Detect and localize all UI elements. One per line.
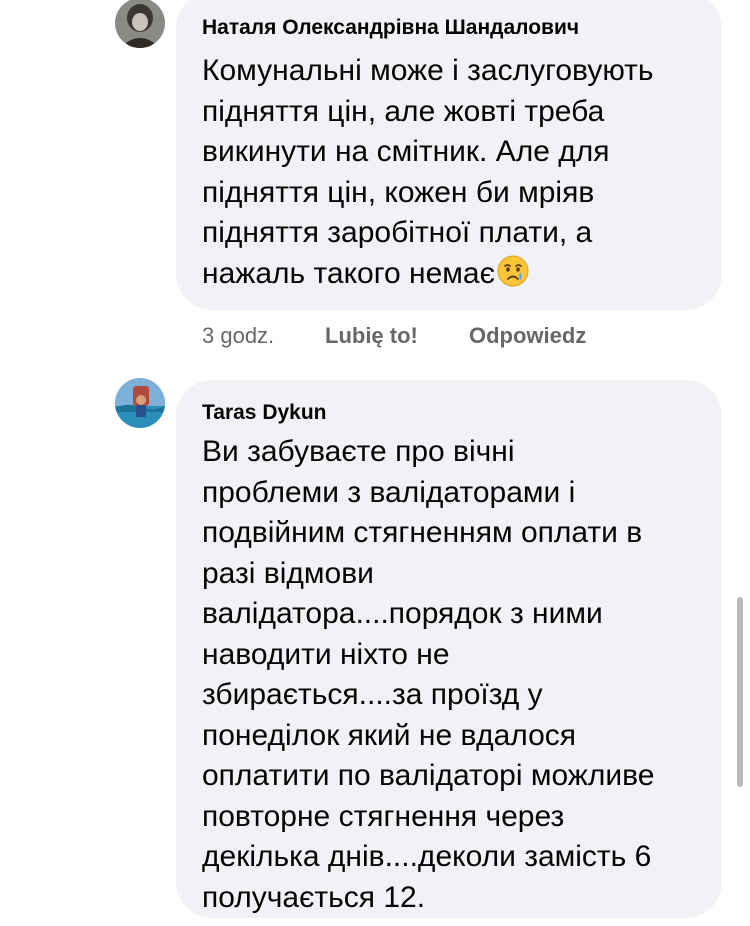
comment-line: понеділок який не вдалося bbox=[202, 718, 577, 752]
avatar-photo-icon bbox=[115, 0, 165, 48]
comment-line: получається 12. bbox=[202, 880, 426, 914]
user-avatar-natalia[interactable] bbox=[115, 0, 165, 48]
comments-page: Наталя Олександрівна Шандалович Комуналь… bbox=[0, 0, 750, 926]
comment-author[interactable]: Наталя Олександрівна Шандалович bbox=[202, 15, 579, 41]
comment-text: Комунальні може і заслуговують підняття … bbox=[202, 51, 654, 294]
comment-line: викинути на смітник. Але для bbox=[202, 135, 610, 168]
comment-author[interactable]: Taras Dykun bbox=[202, 400, 327, 426]
like-button[interactable]: Lubię to! bbox=[325, 322, 418, 350]
user-avatar-taras[interactable] bbox=[115, 378, 165, 428]
comment-line: підняття заробітної плати, а bbox=[202, 216, 593, 249]
comment-line: повторне стягнення через bbox=[202, 799, 565, 833]
avatar-photo-icon bbox=[115, 378, 165, 428]
reply-button[interactable]: Odpowiedz bbox=[469, 322, 586, 350]
comment-last-line: нажаль такого немає bbox=[202, 254, 654, 295]
comment-line: підняття цін, кожен би мріяв bbox=[202, 175, 595, 209]
comment-line: збирається....за проїзд у bbox=[202, 678, 543, 711]
comment-line: разі відмови bbox=[202, 556, 374, 590]
comment-text: Ви забуваєте про вічні проблеми з валіда… bbox=[202, 432, 654, 918]
comment-line: оплатити по валідаторі можливе bbox=[202, 759, 655, 792]
comment-line: нажаль такого немає bbox=[202, 256, 495, 290]
comment-line: декілька днів....деколи замість 6 bbox=[202, 840, 652, 873]
comment-line: наводити ніхто не bbox=[202, 637, 450, 671]
comment-line: Ви забуваєте про вічні bbox=[202, 435, 515, 468]
comment-actions: 3 godz. Lubię to! Odpowiedz bbox=[202, 322, 642, 350]
crying-face-icon bbox=[497, 255, 529, 286]
comment-line: подвійним стягненням оплати в bbox=[202, 516, 643, 549]
comment-line: валідатора....порядок з ними bbox=[202, 597, 603, 630]
comment-line: підняття цін, але жовті треба bbox=[202, 94, 605, 128]
comment-line: Комунальні може і заслуговують bbox=[202, 54, 654, 87]
vertical-scrollbar[interactable] bbox=[737, 597, 743, 787]
comment-line: проблеми з валідаторами і bbox=[202, 475, 576, 509]
comment-time[interactable]: 3 godz. bbox=[202, 322, 274, 350]
